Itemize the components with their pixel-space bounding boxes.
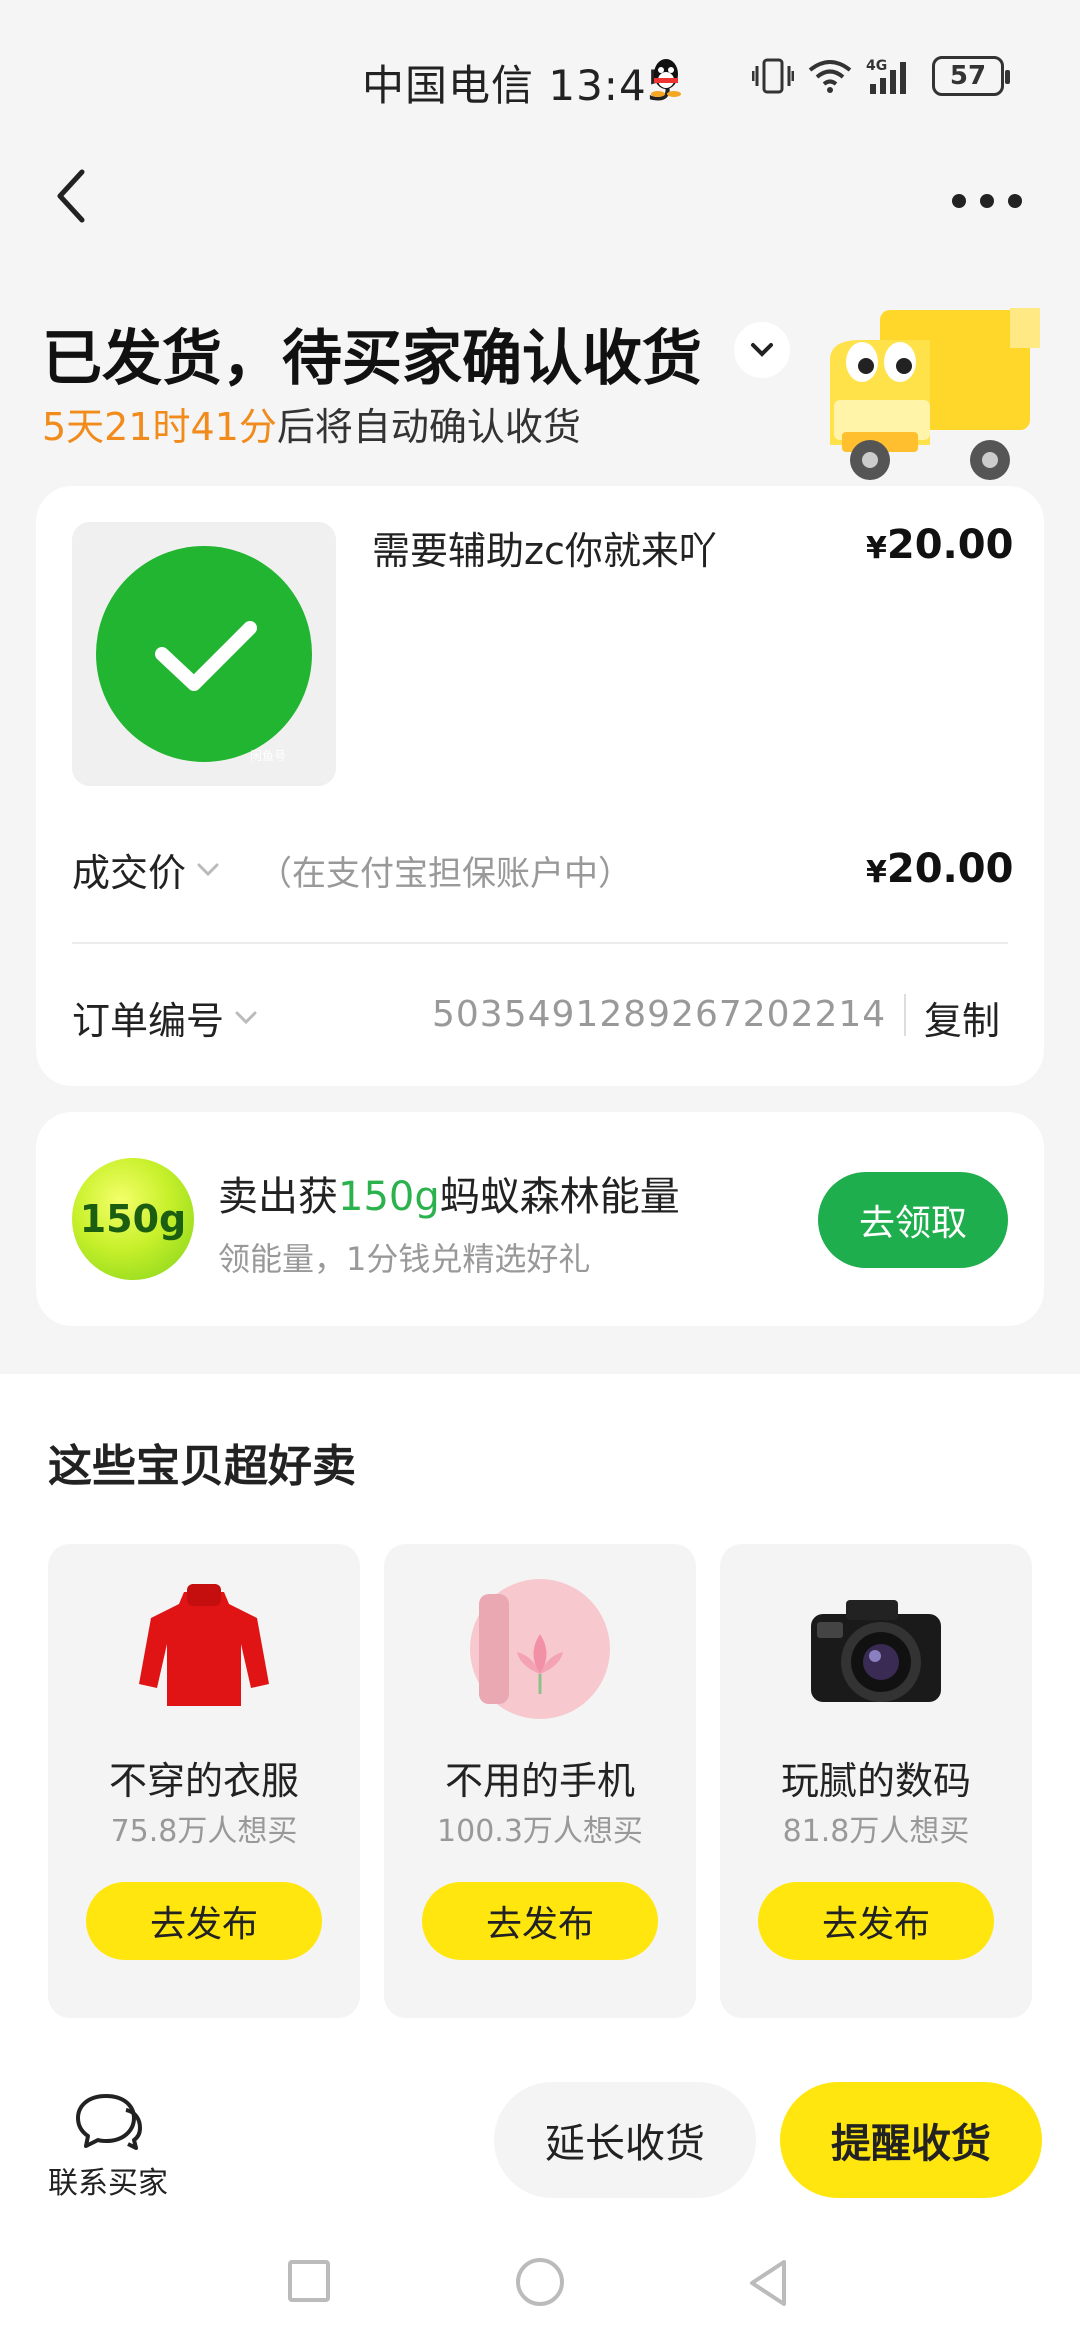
recommend-item-count: 81.8万人想买 (782, 1814, 970, 1849)
currency-symbol: ¥ (866, 855, 887, 890)
svg-text:4G: 4G (866, 58, 887, 74)
battery-indicator: 57 (932, 56, 1010, 96)
recommend-heading: 这些宝贝超好卖 (48, 1441, 356, 1492)
wifi-icon (808, 60, 852, 93)
publish-button[interactable]: 去发布 (758, 1882, 994, 1960)
recommend-item-name: 不穿的衣服 (108, 1759, 299, 1803)
status-icons: 4G 57 (752, 54, 1010, 98)
thumb-watermark: 闲鱼号 (250, 749, 286, 763)
camera-icon (801, 1574, 951, 1724)
sweater-icon (129, 1574, 279, 1724)
deal-price-toggle[interactable]: 成交价 (72, 842, 220, 897)
recommend-item-name: 玩腻的数码 (780, 1759, 971, 1803)
price-value: 20.00 (886, 846, 1014, 892)
claim-energy-button[interactable]: 去领取 (818, 1172, 1008, 1268)
back-button[interactable] (46, 160, 96, 232)
status-carrier-time: 中国电信 13:45 (362, 61, 675, 110)
deal-price: ¥20.00 (866, 846, 1013, 892)
recommend-item-count: 75.8万人想买 (110, 1814, 298, 1849)
chevron-down-icon (235, 1011, 257, 1024)
more-dot (980, 194, 994, 208)
recommend-item-count: 100.3万人想买 (437, 1814, 643, 1849)
order-number-label: 订单编号 (72, 999, 225, 1043)
energy-amount: 150g (338, 1174, 440, 1220)
more-dot (952, 194, 966, 208)
home-icon[interactable] (516, 2258, 564, 2306)
copy-order-number-button[interactable]: 复制 (924, 990, 1000, 1045)
product-title[interactable]: 需要辅助zc你就来吖 (372, 520, 717, 575)
phone-icon (465, 1574, 615, 1724)
qq-notification-icon (648, 56, 684, 98)
publish-button[interactable]: 去发布 (86, 1882, 322, 1960)
order-status-title: 已发货，待买家确认收货 (42, 324, 702, 394)
remind-receipt-button[interactable]: 提醒收货 (780, 2082, 1042, 2198)
divider (72, 942, 1008, 944)
more-button[interactable] (952, 186, 1022, 216)
order-number-toggle[interactable]: 订单编号 (72, 990, 258, 1045)
currency-symbol: ¥ (866, 531, 887, 566)
countdown-suffix: 后将自动确认收货 (276, 405, 581, 449)
deal-price-label: 成交价 (72, 851, 187, 895)
escrow-note: （在支付宝担保账户中） (258, 854, 632, 894)
chat-icon[interactable] (74, 2090, 144, 2150)
extend-receipt-button[interactable]: 延长收货 (494, 2082, 756, 2198)
more-dot (1008, 194, 1022, 208)
nav-back-icon[interactable] (744, 2256, 794, 2310)
signal-icon: 4G (866, 58, 906, 94)
vibrate-icon (752, 58, 794, 94)
energy-badge: 150g (72, 1158, 194, 1280)
chevron-down-icon (197, 863, 219, 876)
delivery-truck-illustration (820, 300, 1070, 490)
contact-buyer-button[interactable]: 联系买家 (48, 2158, 168, 2202)
separator (904, 994, 906, 1036)
product-thumbnail[interactable]: 闲鱼号 (72, 522, 336, 786)
energy-title-prefix: 卖出获 (218, 1174, 338, 1220)
recent-apps-icon[interactable] (288, 2260, 330, 2302)
energy-title-suffix: 蚂蚁森林能量 (439, 1174, 680, 1220)
chevron-down-icon (751, 343, 773, 357)
energy-subtitle: 领能量，1分钱兑精选好礼 (218, 1240, 591, 1278)
product-price: ¥20.00 (866, 522, 1013, 568)
recommend-item-name: 不用的手机 (444, 1759, 635, 1803)
energy-title: 卖出获150g蚂蚁森林能量 (218, 1164, 680, 1222)
order-number-value: 5035491289267202214 (432, 994, 887, 1035)
countdown-time: 5天21时41分 (42, 405, 277, 449)
auto-confirm-countdown: 5天21时41分后将自动确认收货 (42, 396, 581, 451)
price-value: 20.00 (886, 522, 1014, 568)
publish-button[interactable]: 去发布 (422, 1882, 658, 1960)
status-expand-button[interactable] (734, 322, 790, 378)
